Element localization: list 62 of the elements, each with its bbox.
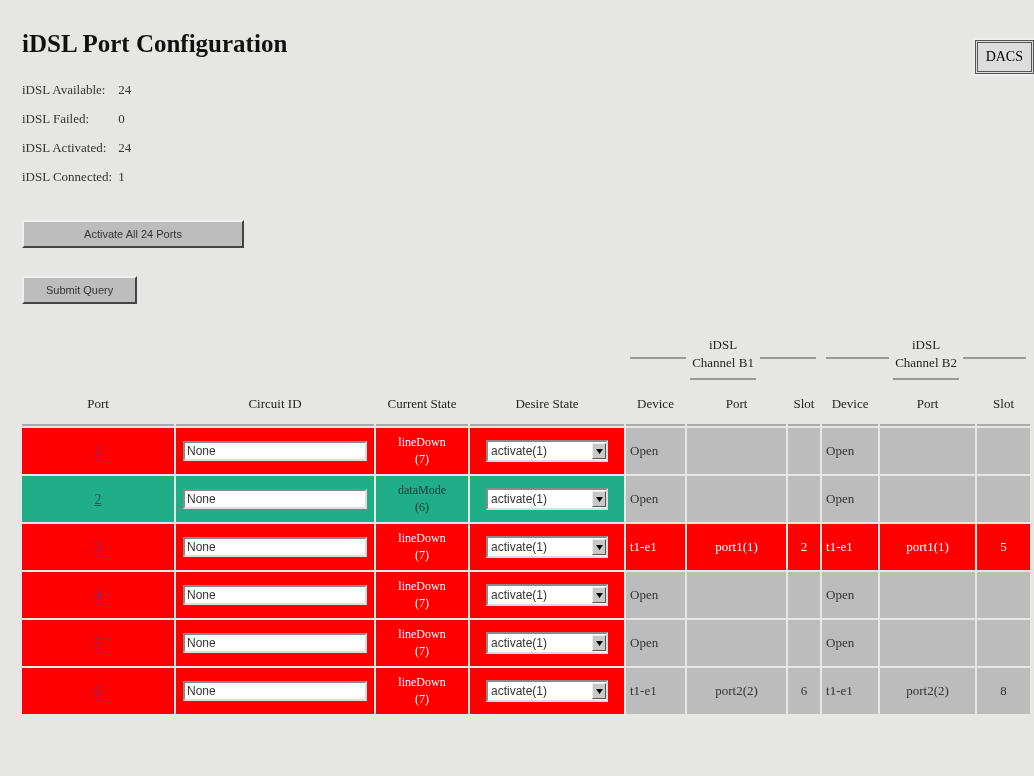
- stat-label: iDSL Available:: [22, 82, 106, 97]
- channel-cell: port2(2): [880, 668, 976, 714]
- channel-cell: port1(1): [880, 524, 976, 570]
- column-header: Slot: [793, 396, 815, 412]
- current-state: dataMode (6): [398, 482, 446, 516]
- circuit-id-field[interactable]: None: [183, 489, 367, 509]
- current-state: lineDown (7): [398, 434, 446, 468]
- desire-state-dropdown[interactable]: activate(1): [486, 680, 608, 702]
- current-state: lineDown (7): [398, 578, 446, 612]
- channel-cell: Open: [822, 620, 879, 666]
- channel-cell: Open: [822, 476, 879, 522]
- channel-cell: t1-e1: [822, 524, 879, 570]
- stat-label: iDSL Activated:: [22, 140, 107, 155]
- channel-group-header: iDSL Channel B1: [692, 336, 754, 372]
- stat-label: iDSL Failed:: [22, 111, 90, 126]
- stat-value: 1: [118, 169, 125, 184]
- channel-cell: Open: [822, 572, 879, 618]
- channel-cell: port2(2): [687, 668, 786, 714]
- current-state: lineDown (7): [398, 626, 446, 660]
- page-title: iDSL Port Configuration: [22, 30, 288, 58]
- column-header: Circuit ID: [248, 396, 302, 412]
- channel-cell: 2: [788, 524, 821, 570]
- channel-cell: t1-e1: [626, 524, 685, 570]
- channel-cell: t1-e1: [822, 668, 879, 714]
- dacs-button[interactable]: DACS: [974, 40, 1034, 74]
- current-state: lineDown (7): [398, 674, 446, 708]
- circuit-id-field[interactable]: None: [183, 537, 367, 557]
- channel-cell: Open: [626, 620, 685, 666]
- column-header: Current State: [387, 396, 457, 412]
- stat-value: 24: [118, 140, 132, 155]
- column-header: Port: [725, 396, 748, 412]
- desire-state-dropdown[interactable]: activate(1): [486, 440, 608, 462]
- desire-state-dropdown[interactable]: activate(1): [486, 488, 608, 510]
- stat-label: iDSL Connected:: [22, 169, 113, 184]
- channel-cell: Open: [626, 572, 685, 618]
- channel-cell: t1-e1: [626, 668, 685, 714]
- circuit-id-field[interactable]: None: [183, 633, 367, 653]
- channel-cell: Open: [626, 476, 685, 522]
- circuit-id-field[interactable]: None: [183, 681, 367, 701]
- circuit-id-field[interactable]: None: [183, 441, 367, 461]
- channel-cell: 5: [977, 524, 1031, 570]
- column-header: Port: [916, 396, 939, 412]
- channel-cell: port1(1): [687, 524, 786, 570]
- submit-button[interactable]: Submit Query: [22, 276, 138, 304]
- column-header: Device: [831, 396, 869, 412]
- current-state: lineDown (7): [398, 530, 446, 564]
- stat-value: 0: [118, 111, 125, 126]
- channel-cell: Open: [822, 428, 879, 474]
- desire-state-dropdown[interactable]: activate(1): [486, 632, 608, 654]
- circuit-id-field[interactable]: None: [183, 585, 367, 605]
- column-header: Desire State: [515, 396, 579, 412]
- channel-cell: 6: [788, 668, 821, 714]
- desire-state-dropdown[interactable]: activate(1): [486, 536, 608, 558]
- channel-group-header: iDSL Channel B2: [895, 336, 957, 372]
- column-header: Slot: [993, 396, 1015, 412]
- channel-cell: Open: [626, 428, 685, 474]
- column-header: Device: [637, 396, 674, 412]
- column-header: Port: [87, 396, 109, 412]
- desire-state-dropdown[interactable]: activate(1): [486, 584, 608, 606]
- stat-value: 24: [118, 82, 132, 97]
- activate-all-button[interactable]: Activate All 24 Ports: [22, 220, 244, 248]
- channel-cell: 8: [977, 668, 1031, 714]
